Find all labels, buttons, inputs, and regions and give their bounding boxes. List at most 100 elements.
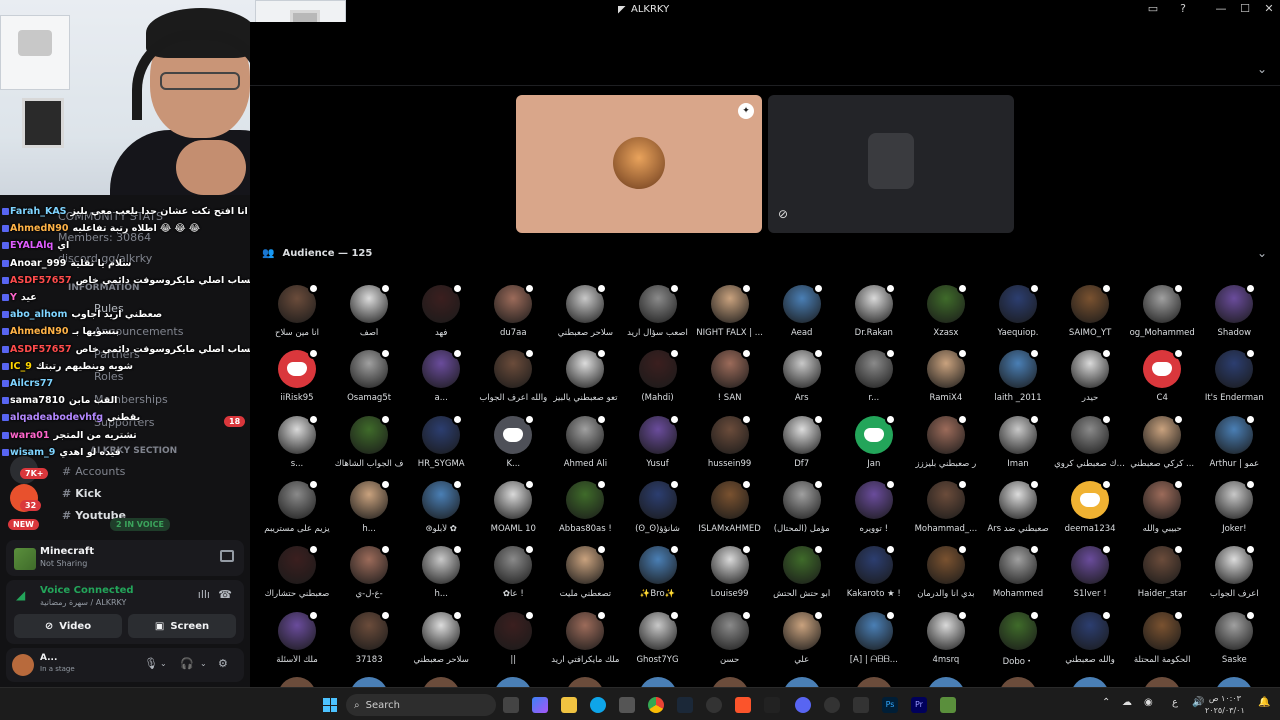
audience-member-partial[interactable]	[766, 677, 838, 687]
audience-member[interactable]: والله اعرف الجواب	[477, 348, 549, 415]
audience-member[interactable]: h...	[405, 544, 477, 611]
audience-member[interactable]: حسن	[694, 609, 766, 677]
audience-member[interactable]: Df7	[766, 413, 838, 481]
audience-member[interactable]: بدي انا والدرمان	[910, 544, 982, 611]
audience-member[interactable]: Joker!	[1198, 478, 1270, 546]
audience-member[interactable]: s...	[261, 413, 333, 481]
audience-member[interactable]: 37183	[333, 609, 405, 677]
collapse-chevron-icon[interactable]: ⌄	[1257, 62, 1267, 76]
audience-member[interactable]: [A] | ᗩᗷᗷ...	[838, 609, 910, 677]
audience-member[interactable]: Ars	[766, 348, 838, 415]
audience-member[interactable]: توويره !	[838, 478, 910, 546]
audience-member[interactable]: Dobo・	[982, 609, 1054, 677]
voice-activity-icon[interactable]: ıllı	[198, 588, 210, 601]
copilot-icon[interactable]	[532, 697, 548, 713]
audience-member[interactable]: du7aa	[477, 283, 549, 350]
audience-member[interactable]: Yaequiop.	[982, 283, 1054, 350]
audience-member[interactable]: NIGHT FALX | ...	[694, 283, 766, 350]
audience-member[interactable]: حبيبي والله	[1126, 478, 1198, 546]
audience-member-partial[interactable]	[910, 677, 982, 687]
audience-member[interactable]: h...	[333, 478, 405, 546]
audience-member[interactable]: C4	[1126, 348, 1198, 415]
channel-accounts[interactable]: # Accounts	[62, 465, 125, 478]
audience-member[interactable]: Ahmed Ali	[549, 413, 621, 481]
audience-member[interactable]: والله صعبطني	[1054, 609, 1126, 677]
audience-member[interactable]: Kakaroto ★ !	[838, 544, 910, 611]
audience-member[interactable]: ملك مايكرافتي اريد	[549, 609, 621, 677]
audience-member[interactable]: K...	[477, 413, 549, 481]
audience-member[interactable]: hussein99	[694, 413, 766, 481]
video-button[interactable]: ⊘ Video	[14, 614, 122, 638]
audience-member[interactable]: ع-ل-ي-	[333, 544, 405, 611]
audience-member[interactable]: deema1234	[1054, 478, 1126, 546]
taskbar-search[interactable]: ⌕ Search	[346, 694, 496, 716]
activity-card[interactable]: Minecraft Not Sharing	[6, 540, 244, 576]
audience-member-partial[interactable]	[1126, 677, 1198, 687]
taskbar-clock[interactable]: ١٠:٠٣ ص ٢٠٢٥/٠٣/٠١	[1205, 693, 1245, 717]
audience-member[interactable]: يزيم على مستريبم	[261, 478, 333, 546]
task-view-icon[interactable]	[503, 697, 519, 713]
audience-member[interactable]: Haider_star	[1126, 544, 1198, 611]
capcut-icon[interactable]	[764, 697, 780, 713]
photoshop-icon[interactable]: Ps	[882, 697, 898, 713]
close-button[interactable]: ✕	[1258, 2, 1280, 15]
audience-member[interactable]: انا مين سلاح	[261, 283, 333, 350]
settings-gear-icon[interactable]: ⚙	[218, 657, 228, 670]
audience-member[interactable]: It's Enderman	[1198, 348, 1270, 415]
audience-member[interactable]: ||	[477, 609, 549, 677]
audience-member[interactable]: ISLAMxAHMED	[694, 478, 766, 546]
store-icon[interactable]	[619, 697, 635, 713]
audience-member[interactable]: Dr.Rakan	[838, 283, 910, 350]
steam-icon[interactable]	[677, 697, 693, 713]
audience-member[interactable]: Ars صعبطني ضد	[982, 478, 1054, 546]
audience-member[interactable]: MOAML 10	[477, 478, 549, 546]
audience-member[interactable]: ⊛لأبلو ✿	[405, 478, 477, 546]
brave-icon[interactable]	[735, 697, 751, 713]
audience-member[interactable]: حيدر	[1054, 348, 1126, 415]
tray-app-icon[interactable]: ◉	[1144, 697, 1153, 708]
audience-member[interactable]: Aead	[766, 283, 838, 350]
chrome-icon[interactable]	[648, 697, 664, 713]
audience-member[interactable]: اعرف الجواب	[1198, 544, 1270, 611]
audience-member[interactable]: أصف	[333, 283, 405, 350]
capture-icon[interactable]	[853, 697, 869, 713]
obs-icon[interactable]	[824, 697, 840, 713]
audience-member[interactable]: Jan	[838, 413, 910, 481]
audience-member[interactable]: Ghost7YG	[622, 609, 694, 677]
channel-kick[interactable]: # Kick	[62, 487, 101, 500]
voice-channel-name[interactable]: سهرة رمضانية / ALKRKY	[40, 598, 126, 607]
audience-member-partial[interactable]	[549, 677, 621, 687]
help-icon[interactable]: ?	[1172, 2, 1194, 15]
audience-member-partial[interactable]	[405, 677, 477, 687]
audience-member[interactable]: og_Mohammed	[1126, 283, 1198, 350]
audience-chevron-icon[interactable]: ⌄	[1257, 246, 1267, 260]
avatar[interactable]	[12, 654, 34, 676]
audience-member[interactable]: Osamag5t	[333, 348, 405, 415]
audience-member-partial[interactable]	[1198, 677, 1270, 687]
audience-member[interactable]: Yusuf	[622, 413, 694, 481]
audience-member[interactable]: Abbas80as !	[549, 478, 621, 546]
chevron-down-icon[interactable]: ⌄	[200, 659, 207, 668]
audience-member[interactable]: ✨Bro✨	[622, 544, 694, 611]
volume-icon[interactable]: 🔊	[1192, 697, 1204, 708]
audience-member-partial[interactable]	[477, 677, 549, 687]
maximize-button[interactable]: ☐	[1234, 2, 1256, 15]
cloud-icon[interactable]: ☁	[1122, 697, 1132, 708]
audience-member[interactable]: RamiX4	[910, 348, 982, 415]
audience-member[interactable]: ف الجواب الشاهاك	[333, 413, 405, 481]
discord-taskbar-icon[interactable]	[795, 697, 811, 713]
audience-member[interactable]: اتحداك صعبطني كروي	[1054, 413, 1126, 481]
language-indicator[interactable]: ع	[1172, 697, 1178, 708]
minimize-button[interactable]: —	[1210, 2, 1232, 15]
chevron-down-icon[interactable]: ⌄	[160, 659, 167, 668]
disconnect-icon[interactable]: ☎	[218, 588, 232, 601]
windows-start-icon[interactable]	[323, 698, 337, 712]
notification-bell-icon[interactable]: 🔔	[1258, 697, 1270, 708]
audience-member[interactable]: Xzasx	[910, 283, 982, 350]
audience-member-partial[interactable]	[261, 677, 333, 687]
audience-member[interactable]: Shadow	[1198, 283, 1270, 350]
audience-member-partial[interactable]	[694, 677, 766, 687]
file-explorer-icon[interactable]	[561, 697, 577, 713]
audience-member[interactable]: Arthur | عمو	[1198, 413, 1270, 481]
audience-member-partial[interactable]	[838, 677, 910, 687]
